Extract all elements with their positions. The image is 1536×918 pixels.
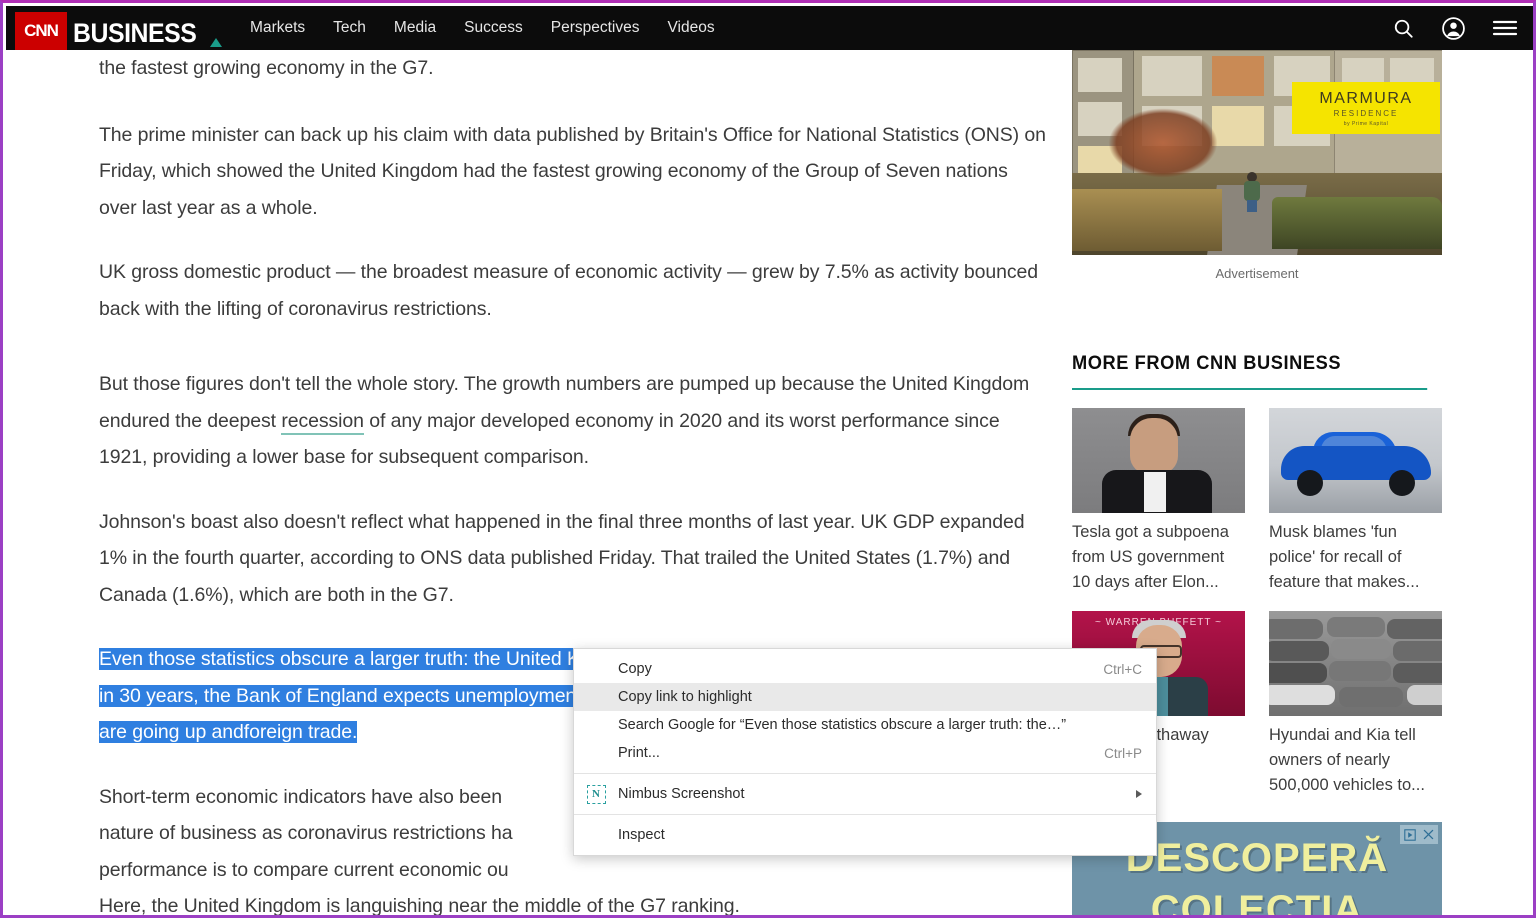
- context-menu-item-nimbus-screenshot[interactable]: N Nimbus Screenshot: [574, 780, 1156, 808]
- ad-hedge: [1272, 197, 1442, 249]
- ad-person-figure: [1244, 172, 1260, 214]
- paragraph-recession-context: But those figures don't tell the whole s…: [99, 366, 1049, 476]
- search-icon[interactable]: [1392, 17, 1415, 40]
- paragraph-q4-comparison: Johnson's boast also doesn't reflect wha…: [99, 510, 1025, 606]
- related-card-hyundai-kia-recall[interactable]: Hyundai and Kia tell owners of nearly 50…: [1269, 611, 1442, 798]
- account-icon[interactable]: [1441, 16, 1466, 41]
- browser-capture-frame: CNN BUSINESS Markets Tech Media Success …: [0, 0, 1536, 918]
- ad-brand-name: MARMURA: [1319, 89, 1413, 107]
- paragraph-gdp-growth: UK gross domestic product — the broadest…: [99, 261, 1039, 320]
- header-icon-group: [1392, 16, 1533, 41]
- paragraph-ons-data: The prime minister can back up his claim…: [99, 123, 1046, 219]
- advertisement-label: Advertisement: [1215, 266, 1299, 281]
- ad-controls: [1400, 825, 1438, 844]
- nav-item-markets[interactable]: Markets: [250, 19, 305, 37]
- close-icon[interactable]: [1419, 825, 1438, 844]
- adchoices-icon[interactable]: [1400, 825, 1419, 844]
- bottom-ad-line2: COLECȚIA: [1150, 888, 1364, 918]
- card-title: Musk blames 'fun police' for recall of f…: [1269, 523, 1420, 591]
- business-wordmark: BUSINESS: [73, 18, 197, 48]
- context-menu-item-inspect[interactable]: Inspect: [574, 821, 1156, 849]
- cnn-logo-badge: CNN: [15, 12, 67, 50]
- menu-item-label: Search Google for “Even those statistics…: [618, 717, 1067, 733]
- menu-separator: [574, 773, 1156, 774]
- context-menu-item-search-google[interactable]: Search Google for “Even those statistics…: [574, 711, 1156, 739]
- more-from-cnn-business-heading: MORE FROM CNN BUSINESS: [1072, 353, 1428, 390]
- context-menu-item-copy[interactable]: Copy Ctrl+C: [574, 655, 1156, 683]
- menu-item-label: Nimbus Screenshot: [618, 786, 745, 802]
- nav-item-success[interactable]: Success: [464, 19, 523, 37]
- related-card-tesla-subpoena[interactable]: Tesla got a subpoena from US government …: [1072, 408, 1245, 595]
- ad-brand-sub: RESIDENCE: [1333, 108, 1399, 118]
- hamburger-menu-icon[interactable]: [1492, 18, 1518, 38]
- menu-item-icon-slot: N: [574, 784, 618, 804]
- selected-text-tail[interactable]: foreign trade.: [243, 721, 357, 743]
- nimbus-icon-glyph: N: [592, 788, 600, 800]
- site-header: CNN BUSINESS Markets Tech Media Success …: [6, 6, 1533, 50]
- nav-item-perspectives[interactable]: Perspectives: [551, 19, 640, 37]
- nav-item-videos[interactable]: Videos: [667, 19, 714, 37]
- menu-separator: [574, 814, 1156, 815]
- card-thumbnail-tesla-car: [1269, 408, 1442, 513]
- nav-item-media[interactable]: Media: [394, 19, 436, 37]
- menu-item-label: Print...: [618, 745, 660, 761]
- paragraph-short-term-line3: performance is to compare current econom…: [99, 858, 509, 881]
- nimbus-icon: N: [586, 784, 606, 804]
- cnn-logo-text: CNN: [24, 21, 59, 40]
- card-thumbnail-car-lot: [1269, 611, 1442, 716]
- ad-brand-byline: by Prime Kapital: [1343, 120, 1389, 127]
- menu-item-shortcut: Ctrl+C: [1103, 661, 1142, 677]
- logo-triangle-icon: [210, 38, 223, 47]
- primary-nav: Markets Tech Media Success Perspectives …: [250, 19, 715, 37]
- related-card-musk-fun-police[interactable]: Musk blames 'fun police' for recall of f…: [1269, 408, 1442, 595]
- card-title: Tesla got a subpoena from US government …: [1072, 523, 1229, 591]
- menu-item-label: Inspect: [618, 827, 665, 843]
- menu-item-label: Copy link to highlight: [618, 689, 752, 705]
- card-title: Hyundai and Kia tell owners of nearly 50…: [1269, 726, 1425, 794]
- browser-context-menu: Copy Ctrl+C Copy link to highlight Searc…: [573, 648, 1157, 856]
- context-menu-item-copy-link-to-highlight[interactable]: Copy link to highlight: [574, 683, 1156, 711]
- cnn-business-logo[interactable]: CNN BUSINESS: [6, 6, 223, 50]
- menu-item-shortcut: Ctrl+P: [1104, 745, 1142, 761]
- context-menu-item-print[interactable]: Print... Ctrl+P: [574, 739, 1156, 767]
- ad-grass: [1072, 189, 1222, 251]
- ad-brand-plate: MARMURA RESIDENCE by Prime Kapital: [1292, 82, 1440, 134]
- menu-item-label: Copy: [618, 661, 652, 677]
- card-thumbnail-musk: [1072, 408, 1245, 513]
- recession-link[interactable]: recession: [281, 409, 364, 435]
- nav-item-tech[interactable]: Tech: [333, 19, 366, 37]
- top-advertisement-image[interactable]: MARMURA RESIDENCE by Prime Kapital: [1072, 50, 1442, 255]
- paragraph-short-term-line4: Here, the United Kingdom is languishing …: [99, 895, 740, 917]
- paragraph-intro-tail: the fastest growing economy in the G7.: [99, 57, 434, 79]
- chevron-right-icon: [1136, 790, 1142, 798]
